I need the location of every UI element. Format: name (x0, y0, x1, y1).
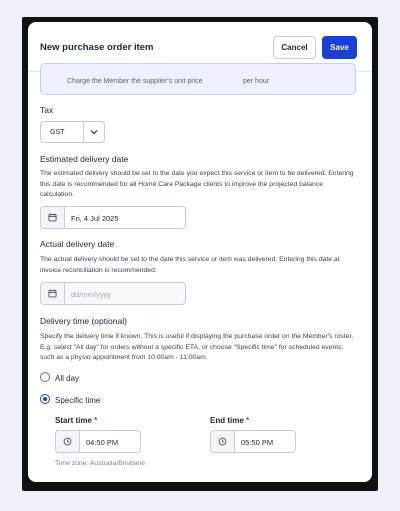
pricing-unit: per hour (243, 78, 270, 85)
start-time-label-text: Start time (55, 416, 92, 425)
estimated-delivery-help: The estimated delivery should be set to … (40, 170, 354, 198)
end-time-label: End time * (210, 416, 249, 425)
actual-delivery-date-input[interactable]: dd/mm/yyyy (40, 282, 186, 305)
pricing-description: Charge the Member the supplier's unit pr… (67, 78, 203, 85)
calendar-icon (41, 207, 65, 228)
start-time-input[interactable]: 04:50 PM (55, 430, 141, 453)
actual-delivery-date-placeholder: dd/mm/yyyy (71, 290, 112, 299)
estimated-delivery-date-input[interactable]: Fri, 4 Jul 2025 (40, 206, 186, 229)
actual-delivery-help: The actual delivery should be set to the… (40, 256, 340, 274)
modal-body: Charge the Member the supplier's unit pr… (28, 63, 372, 482)
start-time-value: 04:50 PM (86, 438, 119, 447)
chevron-down-icon (90, 130, 98, 135)
timezone-note: Time zone: Australia/Brisbane (55, 460, 146, 467)
clock-icon (211, 431, 235, 452)
pricing-info-box: Charge the Member the supplier's unit pr… (40, 63, 356, 95)
select-divider (83, 122, 84, 142)
cancel-button[interactable]: Cancel (273, 36, 316, 59)
start-time-label: Start time * (55, 416, 97, 425)
all-day-radio-label[interactable]: All day (55, 374, 79, 383)
purchase-order-modal: New purchase order item Cancel Save Char… (28, 22, 372, 482)
end-time-label-text: End time (210, 416, 244, 425)
delivery-time-help: Specify the delivery time if known. This… (40, 333, 354, 361)
specific-time-radio-label[interactable]: Specific time (55, 396, 100, 405)
required-marker: * (94, 416, 98, 425)
tax-select-value: GST (50, 129, 65, 136)
tax-label: Tax (40, 105, 54, 115)
estimated-delivery-date-value: Fri, 4 Jul 2025 (71, 214, 119, 223)
estimated-delivery-label: Estimated delivery date (40, 154, 129, 164)
save-button[interactable]: Save (322, 36, 357, 59)
end-time-value: 05:50 PM (241, 438, 274, 447)
specific-time-radio[interactable] (40, 394, 50, 404)
actual-delivery-label: Actual delivery date (40, 239, 115, 249)
required-marker: * (246, 416, 250, 425)
modal-title: New purchase order item (40, 42, 154, 53)
end-time-input[interactable]: 05:50 PM (210, 430, 296, 453)
clock-icon (56, 431, 80, 452)
all-day-radio[interactable] (40, 372, 50, 382)
calendar-icon (41, 283, 65, 304)
delivery-time-label: Delivery time (optional) (40, 316, 127, 326)
tax-select[interactable]: GST (40, 121, 105, 143)
